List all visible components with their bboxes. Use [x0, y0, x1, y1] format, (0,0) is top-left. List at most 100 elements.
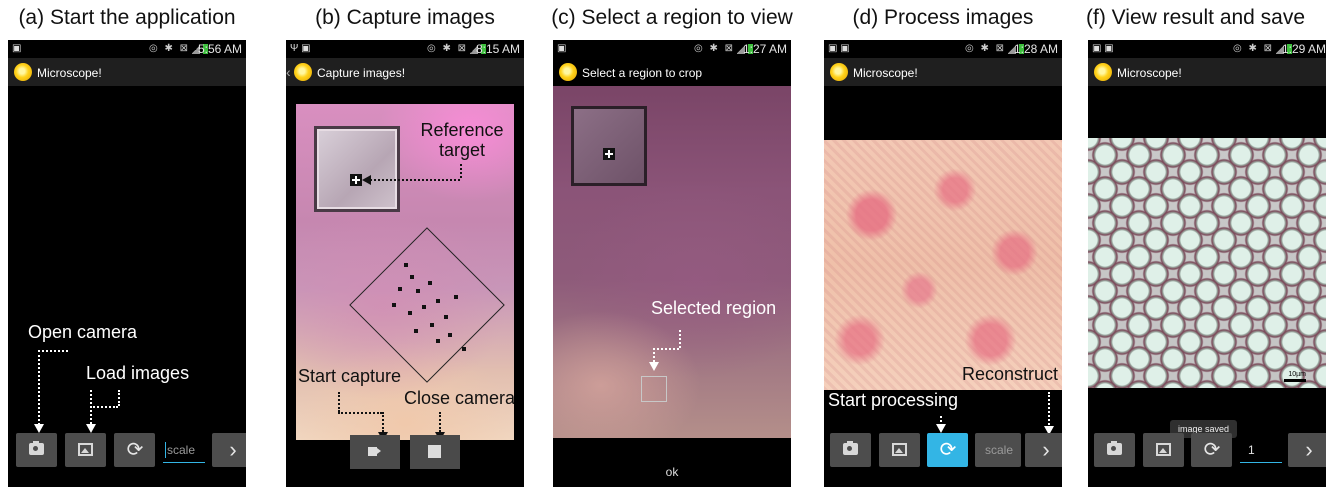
- status-time: 8:15 AM: [475, 42, 520, 56]
- capture-point: [436, 299, 440, 303]
- arrow-selected-region: [649, 362, 659, 371]
- start-capture-button[interactable]: [350, 435, 400, 469]
- status-time: 1:28 AM: [1013, 42, 1058, 56]
- arrow-load-images: [86, 424, 96, 433]
- app-sun-icon[interactable]: [559, 63, 577, 81]
- phone-screen: ▣ ◎ ✱ ⊠ 1:27 AM Select a region to crop …: [553, 40, 791, 487]
- label-selected-region: Selected region: [651, 298, 777, 318]
- pointer-selected-region-h: [653, 348, 679, 350]
- camera-toolbar: [286, 435, 524, 475]
- arrow-open-camera: [34, 424, 44, 433]
- load-images-button[interactable]: [65, 433, 106, 467]
- scale-input[interactable]: scale: [161, 433, 207, 467]
- process-button[interactable]: ⟳: [927, 433, 968, 467]
- panel-caption: (d) Process images: [852, 6, 1034, 29]
- bottom-toolbar: ⟳ 1 ›: [1088, 433, 1326, 473]
- status-bar: Ψ ▣ ◎ ✱ ⊠ 8:15 AM: [286, 40, 524, 58]
- capture-point: [436, 339, 440, 343]
- next-button[interactable]: ›: [212, 433, 246, 467]
- open-camera-button[interactable]: [1094, 433, 1135, 467]
- status-time: 1:27 AM: [742, 42, 787, 56]
- pointer-start-capture-v2: [382, 412, 384, 432]
- label-load-images: Load images: [86, 363, 190, 383]
- scalebar-label: 10µm: [1288, 371, 1306, 378]
- capture-point: [398, 287, 402, 291]
- app-sun-icon[interactable]: [1094, 63, 1112, 81]
- capture-points: [384, 259, 474, 351]
- reconstruct-button[interactable]: ›: [1025, 433, 1062, 467]
- panel-capture-images: (b) Capture images Ψ ▣ ◎ ✱ ⊠ 8:15 AM ‹ C…: [280, 0, 530, 487]
- load-images-button[interactable]: [1143, 433, 1184, 467]
- status-icons: ◎ ✱ ⊠: [964, 43, 1006, 54]
- reference-target-square: [314, 126, 400, 212]
- gallery-icon: [78, 443, 93, 456]
- app-sun-icon[interactable]: [830, 63, 848, 81]
- scalebar: [1284, 379, 1306, 382]
- phone-screen: Ψ ▣ ◎ ✱ ⊠ 8:15 AM ‹ Capture images! Refe…: [286, 40, 524, 487]
- camera-icon: [29, 441, 44, 455]
- capture-point: [462, 347, 466, 351]
- open-camera-button[interactable]: [16, 433, 57, 467]
- scale-input[interactable]: scale: [975, 433, 1021, 467]
- load-images-button[interactable]: [879, 433, 920, 467]
- open-camera-button[interactable]: [830, 433, 871, 467]
- video-icon: [368, 447, 381, 456]
- app-title: Microscope!: [37, 66, 102, 80]
- crop-canvas[interactable]: Selected region: [553, 86, 791, 438]
- chevron-right-icon: ›: [229, 437, 237, 462]
- refresh-icon: ⟳: [939, 439, 957, 461]
- scale-input[interactable]: 1: [1238, 433, 1284, 467]
- pointer-load-images-v2: [118, 390, 120, 406]
- reconstructed-image: 10µm: [1088, 138, 1326, 388]
- capture-point: [404, 263, 408, 267]
- camera-preview[interactable]: Reference target Start capture Close cam…: [296, 104, 514, 440]
- low-res-image: [824, 140, 1062, 390]
- pointer-close-camera: [439, 412, 441, 432]
- selected-region-box[interactable]: [641, 376, 667, 402]
- panel-start-application: (a) Start the application ▣ ◎ ✱ ⊠ 5:56 A…: [2, 0, 252, 487]
- app-title: Microscope!: [853, 66, 918, 80]
- status-icons: ◎ ✱ ⊠: [693, 43, 735, 54]
- capture-point: [428, 281, 432, 285]
- reference-target-square: [571, 106, 647, 186]
- process-button[interactable]: ⟳: [114, 433, 155, 467]
- action-bar: Microscope!: [1088, 58, 1326, 86]
- scale-placeholder: scale: [167, 443, 196, 457]
- ok-button[interactable]: ok: [553, 465, 791, 479]
- input-underline: [1240, 462, 1282, 463]
- status-time: 1:29 AM: [1281, 42, 1326, 56]
- status-icons: ◎ ✱ ⊠: [1232, 43, 1274, 54]
- status-icons: ◎ ✱ ⊠: [426, 43, 468, 54]
- panel-caption: (a) Start the application: [18, 6, 236, 29]
- target-mark: [350, 174, 362, 186]
- label-start-capture: Start capture: [298, 366, 402, 386]
- refresh-icon: ⟳: [126, 439, 144, 461]
- arrow-reference-target: [362, 175, 371, 185]
- gallery-icon: [1156, 443, 1171, 456]
- status-time: 5:56 AM: [197, 42, 242, 56]
- app-title: Microscope!: [1117, 66, 1182, 80]
- label-close-camera: Close camera: [404, 388, 514, 408]
- panel-caption: (f) View result and save: [1086, 6, 1306, 29]
- close-camera-button[interactable]: [410, 435, 460, 469]
- camera-icon: [1107, 441, 1122, 455]
- label-reconstruct: Reconstruct: [961, 364, 1058, 384]
- app-sun-icon[interactable]: [14, 63, 32, 81]
- pointer-reference-target-v: [460, 164, 462, 178]
- phone-screen: ▣ ▣ ◎ ✱ ⊠ 1:28 AM Microscope! Reconstruc…: [824, 40, 1062, 487]
- pointer-open-camera-h: [38, 350, 68, 352]
- label-start-processing: Start processing: [828, 390, 959, 410]
- process-button[interactable]: ⟳: [1191, 433, 1232, 467]
- bottom-toolbar: ⟳ scale ›: [824, 433, 1062, 473]
- panel-caption: (b) Capture images: [315, 6, 495, 29]
- capture-point: [444, 315, 448, 319]
- panel-view-result: (f) View result and save ▣ ▣ ◎ ✱ ⊠ 1:29 …: [1082, 0, 1326, 487]
- notification-icon: ▣ ▣: [1092, 43, 1114, 54]
- label-open-camera: Open camera: [28, 322, 138, 342]
- back-chevron-icon[interactable]: ‹: [286, 64, 291, 80]
- capture-point: [454, 295, 458, 299]
- next-button[interactable]: ›: [1288, 433, 1326, 467]
- status-bar: ▣ ▣ ◎ ✱ ⊠ 1:29 AM: [1088, 40, 1326, 58]
- app-sun-icon[interactable]: [294, 63, 312, 81]
- status-bar: ▣ ▣ ◎ ✱ ⊠ 1:28 AM: [824, 40, 1062, 58]
